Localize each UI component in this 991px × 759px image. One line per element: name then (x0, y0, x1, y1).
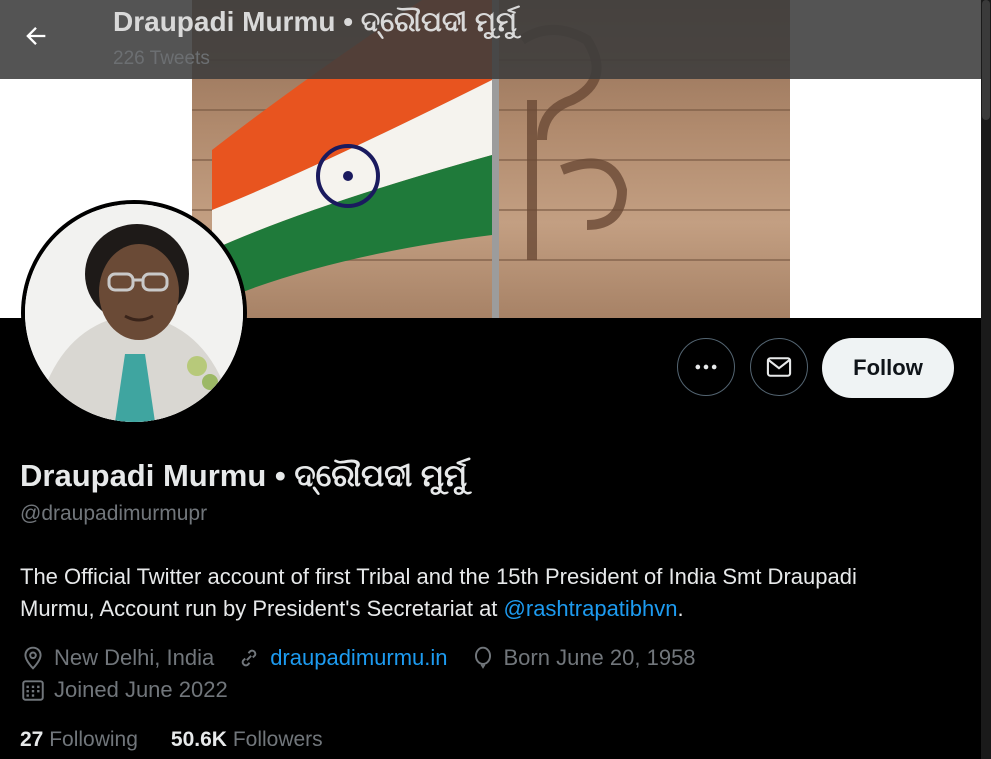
location-item: New Delhi, India (20, 645, 214, 671)
joined-item: Joined June 2022 (20, 677, 228, 703)
profile-bio: The Official Twitter account of first Tr… (20, 561, 920, 625)
bio-text: The Official Twitter account of first Tr… (20, 564, 857, 621)
profile-header: Draupadi Murmu • ଦ୍ରୌପଦୀ ମୁର୍ମୁ 226 Twee… (0, 0, 981, 79)
more-button[interactable] (677, 338, 735, 396)
followers-stat[interactable]: 50.6K Followers (171, 728, 323, 752)
website-link[interactable]: draupadimurmu.in (270, 645, 447, 671)
birthday-text: Born June 20, 1958 (503, 645, 696, 670)
birthday-item: Born June 20, 1958 (470, 645, 696, 671)
following-stat[interactable]: 27 Following (20, 728, 138, 752)
website-item[interactable]: draupadimurmu.in (236, 645, 448, 671)
link-icon (241, 649, 257, 667)
avatar-photo (25, 204, 243, 422)
joined-text: Joined June 2022 (54, 677, 228, 702)
tweet-count: 226 Tweets (113, 48, 210, 69)
bio-end: . (677, 596, 684, 621)
mail-icon (766, 357, 792, 377)
following-count: 27 (20, 728, 44, 751)
location-icon (24, 646, 42, 670)
profile-meta-row-2: Joined June 2022 (20, 677, 250, 703)
balloon-icon (474, 646, 491, 669)
followers-count: 50.6K (170, 728, 227, 751)
following-label: Following (49, 728, 138, 751)
scrollbar-thumb[interactable] (982, 0, 990, 120)
followers-label: Followers (232, 728, 323, 751)
back-arrow-icon (26, 27, 46, 45)
location-text: New Delhi, India (54, 645, 215, 670)
follow-stats: 27 Following 50.6K Followers (20, 728, 356, 752)
back-button[interactable] (16, 16, 56, 56)
header-title: Draupadi Murmu • ଦ୍ରୌପଦୀ ମୁର୍ମୁ (113, 6, 517, 37)
follow-button[interactable]: Follow (822, 338, 954, 398)
calendar-icon (22, 680, 44, 701)
avatar[interactable] (21, 200, 247, 426)
more-icon (695, 364, 717, 370)
avatar-portrait (25, 204, 243, 422)
profile-meta-row: New Delhi, India draupadimurmu.in Born J… (20, 645, 718, 671)
profile-handle: @draupadimurmupr (20, 502, 208, 525)
profile-name: Draupadi Murmu • ଦ୍ରୌପଦୀ ମୁର୍ମୁ (20, 458, 468, 493)
message-button[interactable] (750, 338, 808, 396)
bio-mention-link[interactable]: @rashtrapatibhvn (504, 596, 678, 621)
scrollbar[interactable] (981, 0, 991, 759)
